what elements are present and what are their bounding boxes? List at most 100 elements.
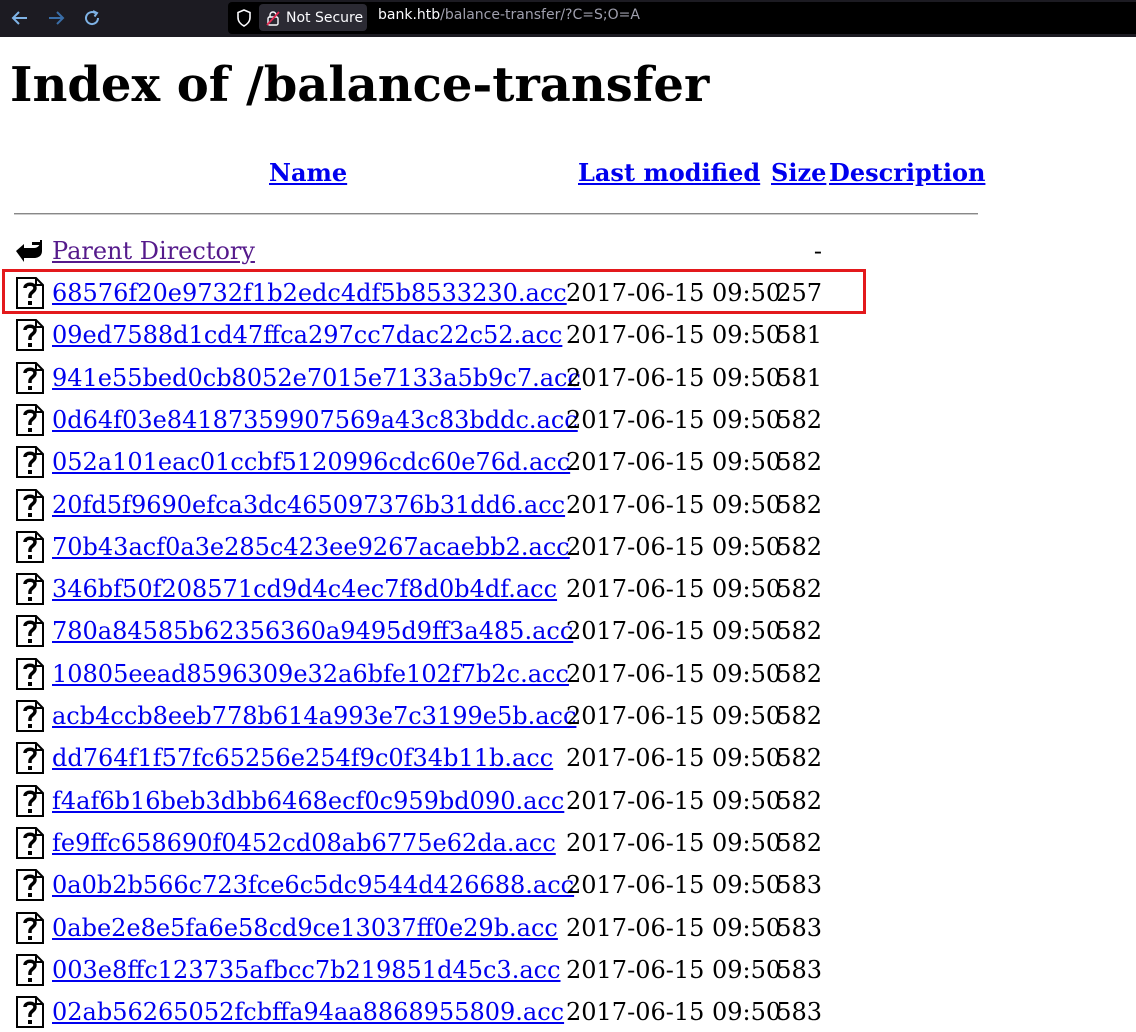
insecure-lock-icon [266, 10, 280, 26]
file-modified: 2017-06-15 09:50 [566, 321, 782, 349]
sort-by-last-modified-link[interactable]: Last modified [578, 161, 760, 185]
file-size: 582 [776, 744, 822, 772]
unknown-file-icon [16, 446, 44, 478]
unknown-file-icon [16, 319, 44, 351]
file-link[interactable]: 003e8ffc123735afbcc7b219851d45c3.acc [52, 956, 561, 985]
file-modified: 2017-06-15 09:50 [566, 787, 782, 815]
file-row: 346bf50f208571cd9d4c4ec7f8d0b4df.acc 2017… [0, 567, 1136, 609]
file-modified: 2017-06-15 09:50 [566, 914, 782, 942]
file-row: 052a101eac01ccbf5120996cdc60e76d.acc 2017… [0, 440, 1136, 482]
file-link[interactable]: 20fd5f9690efca3dc465097376b31dd6.acc [52, 491, 565, 520]
file-size: 582 [776, 829, 822, 857]
unknown-file-icon [16, 996, 44, 1028]
file-row: fe9ffc658690f0452cd08ab6775e62da.acc 2017… [0, 821, 1136, 863]
page-title: Index of /balance-transfer [10, 57, 710, 113]
file-row: 70b43acf0a3e285c423ee9267acaebb2.acc 2017… [0, 525, 1136, 567]
sort-by-size-link[interactable]: Size [771, 161, 826, 185]
file-link[interactable]: 346bf50f208571cd9d4c4ec7f8d0b4df.acc [52, 575, 557, 604]
not-secure-badge[interactable]: Not Secure [259, 4, 367, 31]
unknown-file-icon [16, 785, 44, 817]
file-modified: 2017-06-15 09:50 [566, 279, 782, 307]
back-button[interactable] [8, 6, 32, 30]
file-link[interactable]: 052a101eac01ccbf5120996cdc60e76d.acc [52, 448, 570, 477]
file-size: 583 [776, 914, 822, 942]
unknown-file-icon [16, 827, 44, 859]
file-modified: 2017-06-15 09:50 [566, 744, 782, 772]
file-row: 10805eead8596309e32a6bfe102f7b2c.acc 2017… [0, 652, 1136, 694]
unknown-file-icon [16, 404, 44, 436]
unknown-file-icon [16, 658, 44, 690]
file-size: 582 [776, 617, 822, 645]
unknown-file-icon [16, 700, 44, 732]
file-link[interactable]: 02ab56265052fcbffa94aa8868955809.acc [52, 998, 564, 1027]
unknown-file-icon [16, 531, 44, 563]
reload-icon [85, 10, 100, 26]
file-link[interactable]: 0d64f03e84187359907569a43c83bddc.acc [52, 406, 578, 435]
unknown-file-icon [16, 573, 44, 605]
file-row: dd764f1f57fc65256e254f9c0f34b11b.acc 2017… [0, 736, 1136, 778]
unknown-file-icon [16, 742, 44, 774]
file-link[interactable]: 941e55bed0cb8052e7015e7133a5b9c7.acc [52, 364, 581, 393]
file-modified: 2017-06-15 09:50 [566, 406, 782, 434]
file-modified: 2017-06-15 09:50 [566, 871, 782, 899]
file-modified: 2017-06-15 09:50 [566, 533, 782, 561]
file-modified: 2017-06-15 09:50 [566, 660, 782, 688]
url-text[interactable]: bank.htb/balance-transfer/?C=S;O=A [378, 7, 640, 23]
file-link[interactable]: 0abe2e8e5fa6e58cd9ce13037ff0e29b.acc [52, 914, 558, 943]
file-row: 780a84585b62356360a9495d9ff3a485.acc 2017… [0, 609, 1136, 651]
file-size: 582 [776, 660, 822, 688]
file-link[interactable]: dd764f1f57fc65256e254f9c0f34b11b.acc [52, 744, 553, 773]
file-link[interactable]: 10805eead8596309e32a6bfe102f7b2c.acc [52, 660, 569, 689]
reload-button[interactable] [80, 6, 104, 30]
browser-toolbar: Not Secure bank.htb/balance-transfer/?C=… [0, 0, 1136, 37]
file-link[interactable]: 780a84585b62356360a9495d9ff3a485.acc [52, 617, 573, 646]
unknown-file-icon [16, 869, 44, 901]
file-link[interactable]: acb4ccb8eeb778b614a993e7c3199e5b.acc [52, 702, 576, 731]
file-size: 582 [776, 533, 822, 561]
file-size: 583 [776, 956, 822, 984]
unknown-file-icon [16, 615, 44, 647]
file-row: 02ab56265052fcbffa94aa8868955809.acc 2017… [0, 990, 1136, 1032]
parent-size: - [813, 237, 822, 265]
unknown-file-icon [16, 362, 44, 394]
file-size: 582 [776, 448, 822, 476]
file-modified: 2017-06-15 09:50 [566, 956, 782, 984]
file-row: 0a0b2b566c723fce6c5dc9544d426688.acc 2017… [0, 863, 1136, 905]
file-size: 582 [776, 702, 822, 730]
file-link[interactable]: 09ed7588d1cd47ffca297cc7dac22c52.acc [52, 321, 562, 350]
file-size: 581 [776, 364, 822, 392]
file-link[interactable]: 0a0b2b566c723fce6c5dc9544d426688.acc [52, 871, 574, 900]
file-modified: 2017-06-15 09:50 [566, 617, 782, 645]
parent-directory-row: Parent Directory - [0, 229, 1136, 271]
unknown-file-icon [16, 277, 44, 309]
file-size: 583 [776, 998, 822, 1026]
file-link[interactable]: 68576f20e9732f1b2edc4df5b8533230.acc [52, 279, 567, 308]
sort-by-description-link[interactable]: Description [829, 161, 985, 185]
file-row: 941e55bed0cb8052e7015e7133a5b9c7.acc 2017… [0, 356, 1136, 398]
security-label: Not Secure [286, 9, 364, 26]
file-row: f4af6b16beb3dbb6468ecf0c959bd090.acc 2017… [0, 779, 1136, 821]
sort-by-name-link[interactable]: Name [269, 161, 347, 185]
file-modified: 2017-06-15 09:50 [566, 575, 782, 603]
tracking-protection-icon[interactable] [236, 9, 252, 27]
file-link[interactable]: f4af6b16beb3dbb6468ecf0c959bd090.acc [52, 787, 564, 816]
forward-button[interactable] [44, 6, 68, 30]
url-host: bank.htb [378, 7, 441, 23]
file-size: 257 [776, 279, 822, 307]
file-row: acb4ccb8eeb778b614a993e7c3199e5b.acc 2017… [0, 694, 1136, 736]
file-size: 581 [776, 321, 822, 349]
file-row: 20fd5f9690efca3dc465097376b31dd6.acc 2017… [0, 483, 1136, 525]
file-size: 582 [776, 406, 822, 434]
file-link[interactable]: 70b43acf0a3e285c423ee9267acaebb2.acc [52, 533, 570, 562]
file-size: 582 [776, 787, 822, 815]
header-divider [14, 213, 978, 215]
file-row: 0abe2e8e5fa6e58cd9ce13037ff0e29b.acc 2017… [0, 906, 1136, 948]
file-size: 582 [776, 575, 822, 603]
file-link[interactable]: fe9ffc658690f0452cd08ab6775e62da.acc [52, 829, 556, 858]
arrow-right-icon [49, 11, 65, 25]
file-row: 0d64f03e84187359907569a43c83bddc.acc 2017… [0, 398, 1136, 440]
unknown-file-icon [16, 954, 44, 986]
file-modified: 2017-06-15 09:50 [566, 491, 782, 519]
parent-directory-link[interactable]: Parent Directory [52, 237, 255, 266]
file-modified: 2017-06-15 09:50 [566, 448, 782, 476]
